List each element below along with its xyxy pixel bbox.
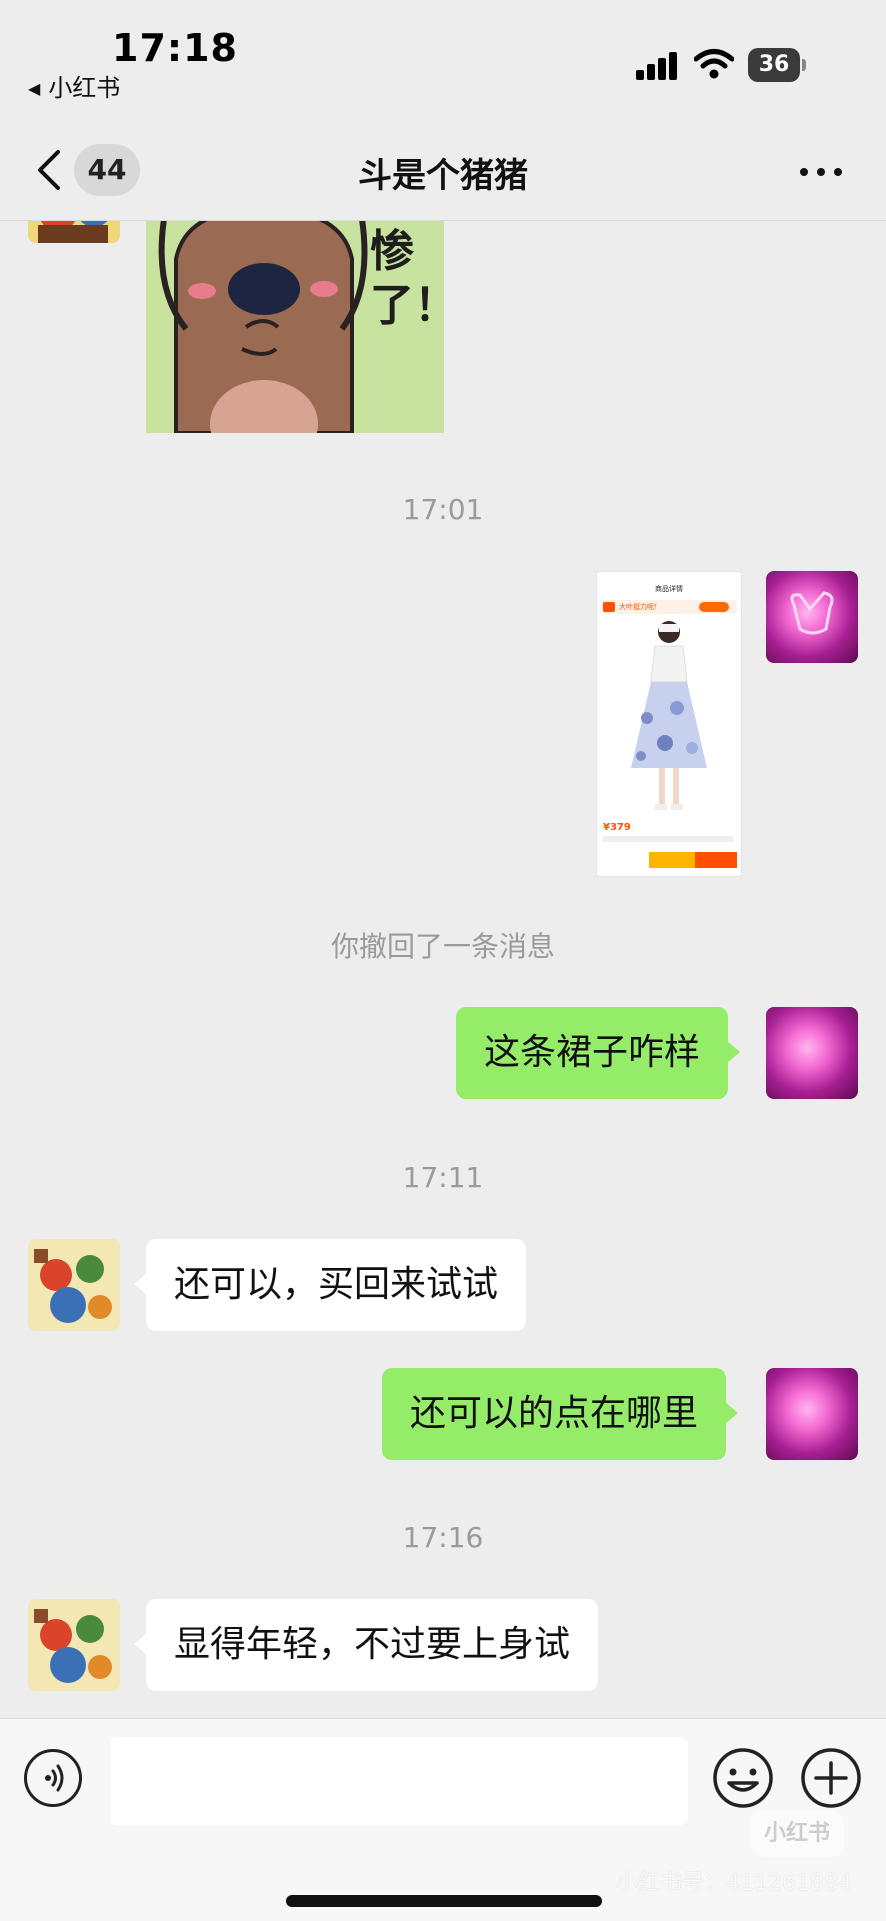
screenshot-page-title: 商品详情 [655,585,683,593]
message-bubble-sent[interactable]: 这条裙子咋样 [456,1007,741,1099]
contact-avatar[interactable] [28,221,120,243]
message-bubble-received[interactable]: 显得年轻，不过要上身试 [133,1599,599,1691]
screenshot-status [597,572,741,584]
back-chevron-icon[interactable] [34,148,64,192]
screenshot-banner-text: 大叶挺力呢！ [619,603,661,611]
my-avatar[interactable] [766,1007,858,1099]
my-avatar[interactable] [766,571,858,663]
screenshot-price: ¥379 [603,822,631,833]
watermark-logo: 小红书 [750,1811,844,1857]
back-triangle-icon: ◀ [28,79,41,98]
sticker-caption: 惨了！ [370,226,444,331]
message-text-input[interactable] [110,1737,688,1825]
watermark-id: 小红书号：411261884 [616,1871,852,1896]
my-avatar[interactable] [766,1368,858,1460]
back-app-label: 小红书 [48,74,121,102]
status-time: 17:18 [112,26,238,70]
contact-avatar[interactable] [28,1599,120,1691]
recall-notice: 你撤回了一条消息 [330,930,555,963]
wifi-icon [694,49,734,79]
message-bubble-sent[interactable]: 还可以的点在哪里 [382,1368,739,1460]
timestamp: 17:16 [402,1521,484,1554]
dress-model-image [631,621,707,810]
message-bubble-received[interactable]: 还可以，买回来试试 [133,1239,527,1331]
contact-avatar[interactable] [28,1239,120,1331]
unread-count-badge[interactable]: 44 [74,144,140,196]
sticker-image[interactable]: 惨了！ [146,221,444,433]
battery-icon: 36 [748,48,806,82]
timestamp: 17:11 [402,1161,484,1194]
chat-message-list[interactable]: 惨了！ 17:01 商品详情 大叶挺力呢！ ¥379 你撤回了一条消息 [0,221,886,1717]
plus-icon[interactable] [800,1747,862,1809]
home-indicator[interactable] [286,1895,602,1907]
back-to-app-link[interactable]: ◀ 小红书 [28,68,120,103]
more-options-icon[interactable] [796,156,846,186]
message-input-bar: 小红书 小红书号：411261884 [0,1718,886,1921]
status-bar: 17:18 ◀ 小红书 36 [0,0,886,120]
product-screenshot-image[interactable]: 商品详情 大叶挺力呢！ ¥379 [596,571,742,877]
cellular-signal-icon [636,52,680,80]
emoji-icon[interactable] [712,1747,774,1809]
voice-input-icon[interactable] [24,1749,82,1807]
timestamp: 17:01 [402,493,484,526]
screenshot-banner: 大叶挺力呢！ [601,600,737,614]
battery-level: 36 [748,48,800,82]
chat-header: 44 斗是个猪猪 [0,120,886,221]
